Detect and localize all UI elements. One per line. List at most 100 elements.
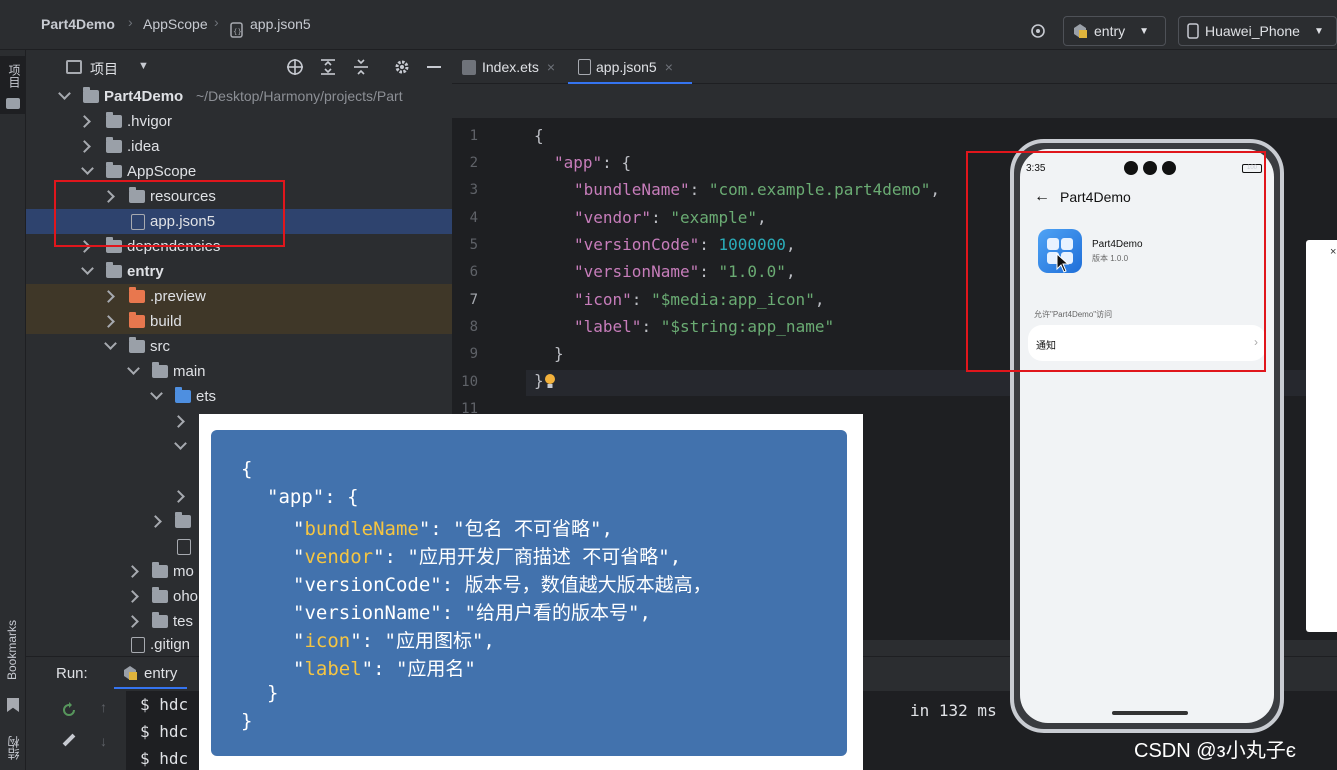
- chevron-down-icon: [81, 162, 94, 175]
- close-icon[interactable]: ×: [665, 59, 673, 75]
- folder-icon: [6, 98, 20, 109]
- folder-icon: [129, 287, 145, 303]
- line-number: 4: [469, 210, 478, 226]
- gear-icon[interactable]: [393, 58, 411, 76]
- close-icon[interactable]: ×: [547, 59, 555, 75]
- tree-item-hvigor[interactable]: .hvigor: [26, 109, 452, 134]
- tree-item-label: build: [150, 313, 182, 330]
- chevron-down-icon: [81, 262, 94, 275]
- annotation-line: }: [241, 710, 253, 732]
- annotation-card-body: { "app": { "bundleName": "包名 不可省略", "ven…: [211, 430, 847, 756]
- code-number: 1000000: [718, 235, 786, 254]
- code-string: "com.example.part4demo": [708, 180, 931, 199]
- annotation-line: "icon": "应用图标",: [293, 630, 495, 652]
- run-tab-entry[interactable]: entry: [114, 657, 188, 689]
- annotation-key: label: [304, 658, 362, 680]
- arrow-up-icon[interactable]: ↑: [100, 699, 107, 715]
- chevron-down-icon: [58, 87, 71, 100]
- chevron-down-icon: ▼: [1313, 25, 1324, 37]
- breadcrumb-file[interactable]: app.json5: [250, 16, 311, 32]
- folder-icon: [152, 612, 168, 628]
- project-tool-button[interactable]: 项目: [0, 56, 26, 114]
- panel-window-icon: [66, 60, 82, 74]
- folder-icon: [129, 337, 145, 353]
- rerun-icon[interactable]: [60, 701, 78, 719]
- folder-icon: [152, 362, 168, 378]
- tree-item-label: .idea: [127, 138, 160, 155]
- code-line: "vendor": "example",: [574, 208, 767, 227]
- tab-index-ets[interactable]: Index.ets ×: [454, 50, 566, 84]
- code-key: "label": [574, 317, 642, 336]
- breadcrumb-separator: ›: [214, 14, 219, 30]
- device-dropdown[interactable]: Huawei_Phone ▼: [1178, 16, 1337, 46]
- file-icon: [131, 637, 145, 653]
- tree-item-idea[interactable]: .idea: [26, 134, 452, 159]
- tree-item-build[interactable]: build: [26, 309, 452, 334]
- annotation-line: "bundleName": "包名 不可省略",: [293, 518, 613, 540]
- tree-item-label: ets: [196, 388, 217, 405]
- project-tool-label: 项目: [7, 64, 21, 88]
- code-line: "versionCode": 1000000,: [574, 235, 796, 254]
- lightbulb-icon[interactable]: [544, 373, 556, 389]
- annotation-line: "app": {: [267, 486, 359, 508]
- code-line: "versionName": "1.0.0",: [574, 262, 796, 281]
- chevron-right-icon: [126, 615, 139, 628]
- chevron-down-icon[interactable]: ▼: [138, 60, 149, 72]
- tree-item-ets[interactable]: ets: [26, 384, 452, 409]
- breadcrumb-appscope[interactable]: AppScope: [143, 16, 208, 32]
- tree-item-label: mo: [173, 563, 194, 580]
- annotation-line: {: [241, 458, 253, 480]
- project-path-hint: ~/Desktop/Harmony/projects/Part: [196, 88, 403, 104]
- structure-tool-label[interactable]: 结构: [5, 736, 22, 760]
- tree-item-src[interactable]: src: [26, 334, 452, 359]
- top-toolbar: Part4Demo › AppScope › {} app.json5 entr…: [0, 0, 1337, 50]
- tree-item-main[interactable]: main: [26, 359, 452, 384]
- line-number: 2: [469, 155, 478, 171]
- annotation-card: { "app": { "bundleName": "包名 不可省略", "ven…: [199, 414, 863, 770]
- tree-item-entry[interactable]: entry: [26, 259, 452, 284]
- line-number: 8: [469, 319, 478, 335]
- annotation-line: "label": "应用名": [293, 658, 476, 680]
- run-config-dropdown[interactable]: entry ▼: [1063, 16, 1166, 46]
- breadcrumb-project[interactable]: Part4Demo: [41, 16, 115, 32]
- tree-item-project-root[interactable]: Part4Demo ~/Desktop/Harmony/projects/Par…: [26, 84, 452, 109]
- bookmarks-tool-label[interactable]: Bookmarks: [5, 620, 19, 680]
- tree-item-label: .gitign: [150, 636, 191, 653]
- home-indicator[interactable]: [1112, 711, 1188, 715]
- code-token: }: [554, 344, 564, 363]
- project-panel-title[interactable]: 项目: [90, 59, 118, 79]
- code-key: "vendor": [574, 208, 652, 227]
- run-config-label: entry: [1094, 23, 1126, 39]
- code-string: "1.0.0": [718, 262, 786, 281]
- locate-icon[interactable]: [286, 58, 304, 76]
- expand-all-icon[interactable]: [319, 58, 337, 76]
- tree-item-label: Part4Demo: [104, 88, 184, 105]
- tree-item-label: oho: [173, 588, 199, 605]
- folder-icon: [129, 312, 145, 328]
- chevron-down-icon: [150, 387, 163, 400]
- chevron-right-icon: [172, 415, 185, 428]
- ets-file-icon: [462, 60, 476, 75]
- code-line: "bundleName": "com.example.part4demo",: [574, 180, 941, 199]
- device-label: Huawei_Phone: [1205, 23, 1300, 39]
- bookmark-icon[interactable]: [7, 698, 19, 712]
- minimize-icon[interactable]: [427, 66, 441, 68]
- annotation-desc: "应用名": [395, 658, 476, 680]
- console-line: $ hdc: [140, 749, 189, 768]
- code-key: "app": [554, 153, 603, 172]
- line-number: 3: [469, 182, 478, 198]
- code-key: "icon": [574, 290, 632, 309]
- close-icon[interactable]: ×: [1330, 246, 1336, 258]
- collapse-all-icon[interactable]: [352, 58, 370, 76]
- arrow-down-icon[interactable]: ↓: [100, 733, 107, 749]
- tool-window-stripe: 项目 Bookmarks 结构: [0, 50, 26, 770]
- wrench-icon[interactable]: [62, 733, 76, 747]
- chevron-right-icon: [102, 315, 115, 328]
- folder-icon: [152, 562, 168, 578]
- tab-app-json5[interactable]: app.json5 ×: [568, 50, 692, 84]
- code-line: }: [534, 371, 544, 390]
- json-file-icon: {}: [230, 22, 243, 38]
- target-icon[interactable]: [1030, 23, 1046, 39]
- code-string: "$media:app_icon": [651, 290, 815, 309]
- tree-item-preview[interactable]: .preview: [26, 284, 452, 309]
